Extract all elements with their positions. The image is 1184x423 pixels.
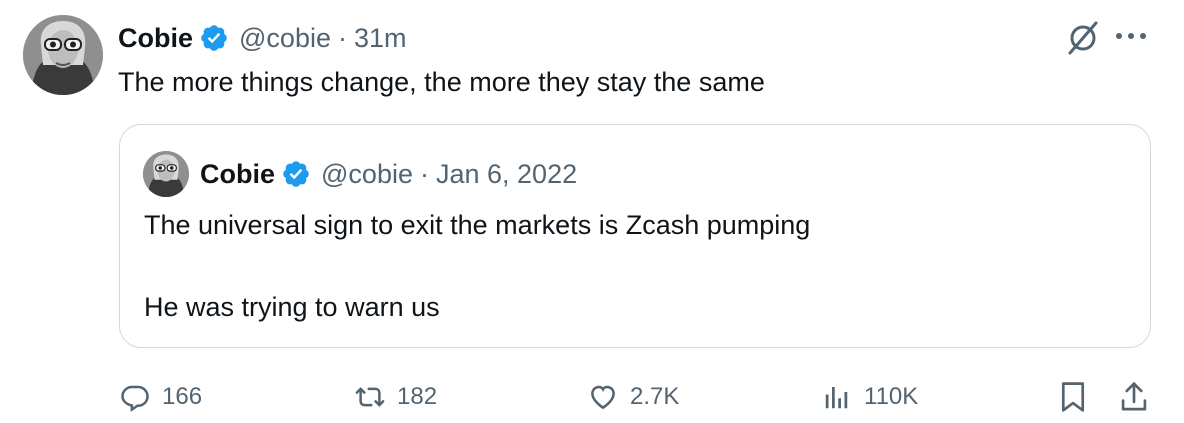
views-icon — [825, 387, 848, 409]
retweet-count: 182 — [397, 383, 438, 410]
quoted-tweet-header: Cobie @cobie · Jan 6, 2022 — [200, 154, 577, 194]
retweet-button[interactable]: 182 — [355, 377, 437, 417]
retweet-icon — [355, 387, 385, 407]
views-count: 110K — [864, 383, 919, 410]
reply-icon — [121, 385, 149, 412]
quoted-tweet-text-line1: The universal sign to exit the markets i… — [144, 210, 811, 240]
quoted-tweet-text-line2: He was trying to warn us — [144, 292, 440, 322]
reply-count: 166 — [162, 383, 203, 410]
bookmark-icon[interactable] — [1058, 380, 1088, 414]
author-avatar[interactable] — [23, 15, 103, 95]
grok-icon[interactable] — [1066, 19, 1100, 57]
verified-badge-icon — [283, 161, 309, 187]
like-button[interactable]: 2.7K — [588, 377, 679, 417]
heart-icon — [591, 385, 615, 410]
author-handle[interactable]: @cobie — [239, 23, 331, 54]
quoted-tweet-date: Jan 6, 2022 — [435, 158, 578, 189]
verified-badge-icon — [201, 25, 227, 51]
tweet-header: Cobie @cobie · 31m — [118, 18, 407, 58]
more-icon[interactable] — [1116, 26, 1146, 46]
quoted-author-avatar — [143, 151, 189, 197]
quoted-author-handle: @cobie — [321, 158, 413, 189]
like-count: 2.7K — [630, 383, 680, 410]
author-name[interactable]: Cobie — [118, 23, 193, 54]
views-button[interactable]: 110K — [822, 377, 918, 417]
separator-dot: · — [419, 158, 429, 189]
tweet-timestamp[interactable]: 31m — [354, 23, 407, 54]
tweet-text: The more things change, the more they st… — [118, 67, 765, 97]
quoted-author-name: Cobie — [200, 158, 276, 189]
reply-button[interactable]: 166 — [120, 377, 202, 417]
separator-dot: · — [337, 22, 347, 53]
share-icon[interactable] — [1118, 380, 1150, 414]
